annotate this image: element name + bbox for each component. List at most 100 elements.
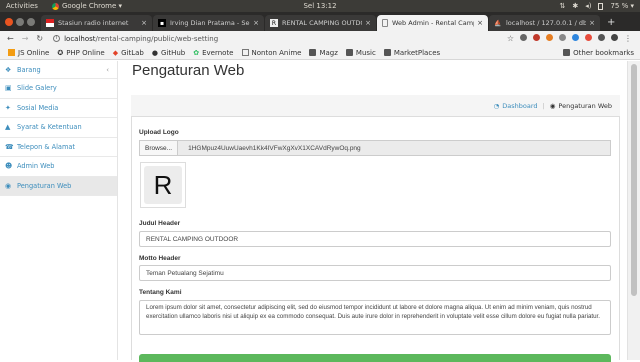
close-window-icon[interactable] (5, 18, 13, 26)
image-icon: ▣ (5, 84, 12, 93)
gitlab-icon: ◆ (112, 48, 119, 57)
tab-irving[interactable]: ▪ Irving Dian Pratama - Sem × (153, 15, 264, 31)
tentang-kami-textarea[interactable]: Lorem ipsum dolor sit amet, consectetur … (139, 300, 611, 335)
page-title: Pengaturan Web (132, 62, 245, 79)
sidebar-item-barang[interactable]: ❖ Barang ‹ (0, 61, 117, 79)
breadcrumb-current-label: Pengaturan Web (558, 101, 612, 110)
page-icon (241, 49, 249, 56)
browse-button[interactable]: Browse... (140, 141, 179, 155)
bookmark-nonton-anime[interactable]: Nonton Anime (241, 48, 302, 57)
dashboard-icon: ◔ (493, 101, 500, 110)
address-toolbar: ← → ↻ i localhost/rental-camping/public/… (0, 31, 640, 46)
folder-icon (383, 49, 391, 56)
reload-icon[interactable]: ↻ (36, 34, 43, 43)
globe-icon: ◉ (549, 101, 556, 110)
extension-icons: ☆ ⋮ (507, 34, 632, 43)
tab-title: Stasiun radio internet (58, 19, 129, 27)
close-tab-icon[interactable]: × (589, 19, 595, 27)
extension-icon[interactable] (546, 34, 553, 41)
bookmark-marketplaces[interactable]: MarketPlaces (383, 49, 440, 57)
folder-icon (563, 49, 571, 56)
bookmark-music[interactable]: Music (345, 49, 376, 57)
maximize-window-icon[interactable] (27, 18, 35, 26)
bookmark-magz[interactable]: Magz (309, 49, 338, 57)
app-menu[interactable]: Google Chrome ▾ (51, 2, 123, 10)
sidebar: ❖ Barang ‹ ▣ Slide Galery ✦ Sosial Media… (0, 61, 118, 360)
close-tab-icon[interactable]: × (253, 19, 259, 27)
system-tray[interactable]: ⇅ ✱ ◂) 75 % ▾ (559, 2, 634, 10)
sidebar-item-pengaturan-web[interactable]: ◉ Pengaturan Web (0, 176, 117, 196)
motto-header-input[interactable]: Teman Petualang Sejatimu (139, 265, 611, 281)
bluetooth-icon: ✱ (572, 2, 579, 10)
bookmark-label: Nonton Anime (251, 48, 302, 57)
breadcrumb-separator: | (542, 101, 545, 110)
bookmark-js-online[interactable]: JS Online (8, 49, 49, 57)
evernote-icon: ✿ (193, 48, 200, 57)
js-icon (8, 49, 15, 56)
extension-icon[interactable] (585, 34, 592, 41)
tab-phpmyadmin[interactable]: ⛵ localhost / 127.0.0.1 / db × (489, 15, 600, 31)
sidebar-item-telepon-alamat[interactable]: ☎ Telepon & Alamat (0, 138, 117, 157)
profile-icon[interactable] (611, 34, 618, 41)
tab-title: Irving Dian Pratama - Sem (170, 19, 251, 27)
sidebar-item-slide-galery[interactable]: ▣ Slide Galery (0, 79, 117, 99)
tab-rental[interactable]: R RENTAL CAMPING OUTDO × (265, 15, 376, 31)
close-tab-icon[interactable]: × (365, 19, 371, 27)
extension-icon[interactable] (598, 34, 605, 41)
scrollbar-thumb[interactable] (631, 64, 637, 296)
url-path: /rental-camping/public/web-setting (95, 34, 219, 43)
logo-file-input[interactable]: Browse... 1HGMpuz4UuwUaevh1Kk4IVFwXgXvX1… (139, 140, 611, 156)
extension-icon[interactable] (520, 34, 527, 41)
bookmark-label: Evernote (202, 48, 234, 57)
bookmark-php-online[interactable]: ✪ PHP Online (57, 49, 104, 57)
forward-icon[interactable]: → (22, 34, 29, 43)
github-icon: ● (151, 48, 158, 57)
extension-icon[interactable] (559, 34, 566, 41)
bookmark-gitlab[interactable]: ◆ GitLab (113, 49, 144, 57)
sidebar-item-sosial-media[interactable]: ✦ Sosial Media (0, 99, 117, 118)
bookmark-label: GitLab (121, 48, 144, 57)
extension-icon[interactable] (572, 34, 579, 41)
extension-icon[interactable] (533, 34, 540, 41)
phone-icon: ☎ (5, 142, 14, 151)
close-tab-icon[interactable]: × (477, 19, 483, 27)
back-icon[interactable]: ← (7, 34, 14, 43)
users-icon: ☻ (5, 162, 13, 171)
star-icon[interactable]: ☆ (507, 34, 514, 43)
save-button[interactable] (139, 354, 611, 362)
bookmark-github[interactable]: ● GitHub (152, 49, 185, 57)
tab-strip: Stasiun radio internet × ▪ Irving Dian P… (0, 12, 640, 31)
other-bookmarks[interactable]: Other bookmarks (563, 49, 634, 57)
tab-web-admin[interactable]: Web Admin - Rental Camp × (377, 15, 488, 31)
activities-button[interactable]: Activities (6, 2, 38, 10)
url-host: localhost (64, 34, 96, 43)
minimize-window-icon[interactable] (16, 18, 24, 26)
bookmarks-bar: JS Online ✪ PHP Online ◆ GitLab ● GitHub ✿ E… (0, 46, 640, 60)
tab-title: RENTAL CAMPING OUTDO (282, 19, 363, 27)
url-bar[interactable]: i localhost/rental-camping/public/web-se… (53, 35, 507, 43)
sidebar-item-label: Syarat & Ketentuan (17, 123, 82, 132)
sidebar-item-label: Sosial Media (17, 103, 59, 112)
site-icon: ▪ (158, 19, 166, 27)
menu-icon[interactable]: ⋮ (624, 34, 632, 43)
upload-logo-label: Upload Logo (139, 129, 179, 136)
sidebar-item-syarat-ketentuan[interactable]: ▲ Syarat & Ketentuan (0, 118, 117, 138)
info-icon[interactable]: i (53, 35, 61, 42)
logo-preview: R (140, 162, 186, 208)
os-top-bar: Activities Google Chrome ▾ Sel 13:12 ⇅ ✱… (0, 0, 640, 12)
breadcrumb-dashboard[interactable]: ◔ Dashboard (494, 102, 538, 110)
judul-header-label: Judul Header (139, 220, 181, 227)
window-controls (5, 18, 35, 26)
globe-icon: ◉ (5, 181, 12, 190)
tab-radio[interactable]: Stasiun radio internet × (41, 15, 152, 31)
bookmark-evernote[interactable]: ✿ Evernote (193, 49, 233, 57)
close-tab-icon[interactable]: × (141, 19, 147, 27)
new-tab-button[interactable]: + (607, 17, 615, 28)
tab-title: Web Admin - Rental Camp (392, 19, 475, 27)
twitter-icon: ✦ (5, 103, 11, 112)
sidebar-item-label: Barang (17, 65, 41, 74)
judul-header-input[interactable]: RENTAL CAMPING OUTDOOR (139, 231, 611, 247)
nav-buttons: ← → ↻ (7, 34, 43, 43)
app-name: Google Chrome ▾ (61, 2, 123, 10)
sidebar-item-admin-web[interactable]: ☻ Admin Web (0, 157, 117, 177)
